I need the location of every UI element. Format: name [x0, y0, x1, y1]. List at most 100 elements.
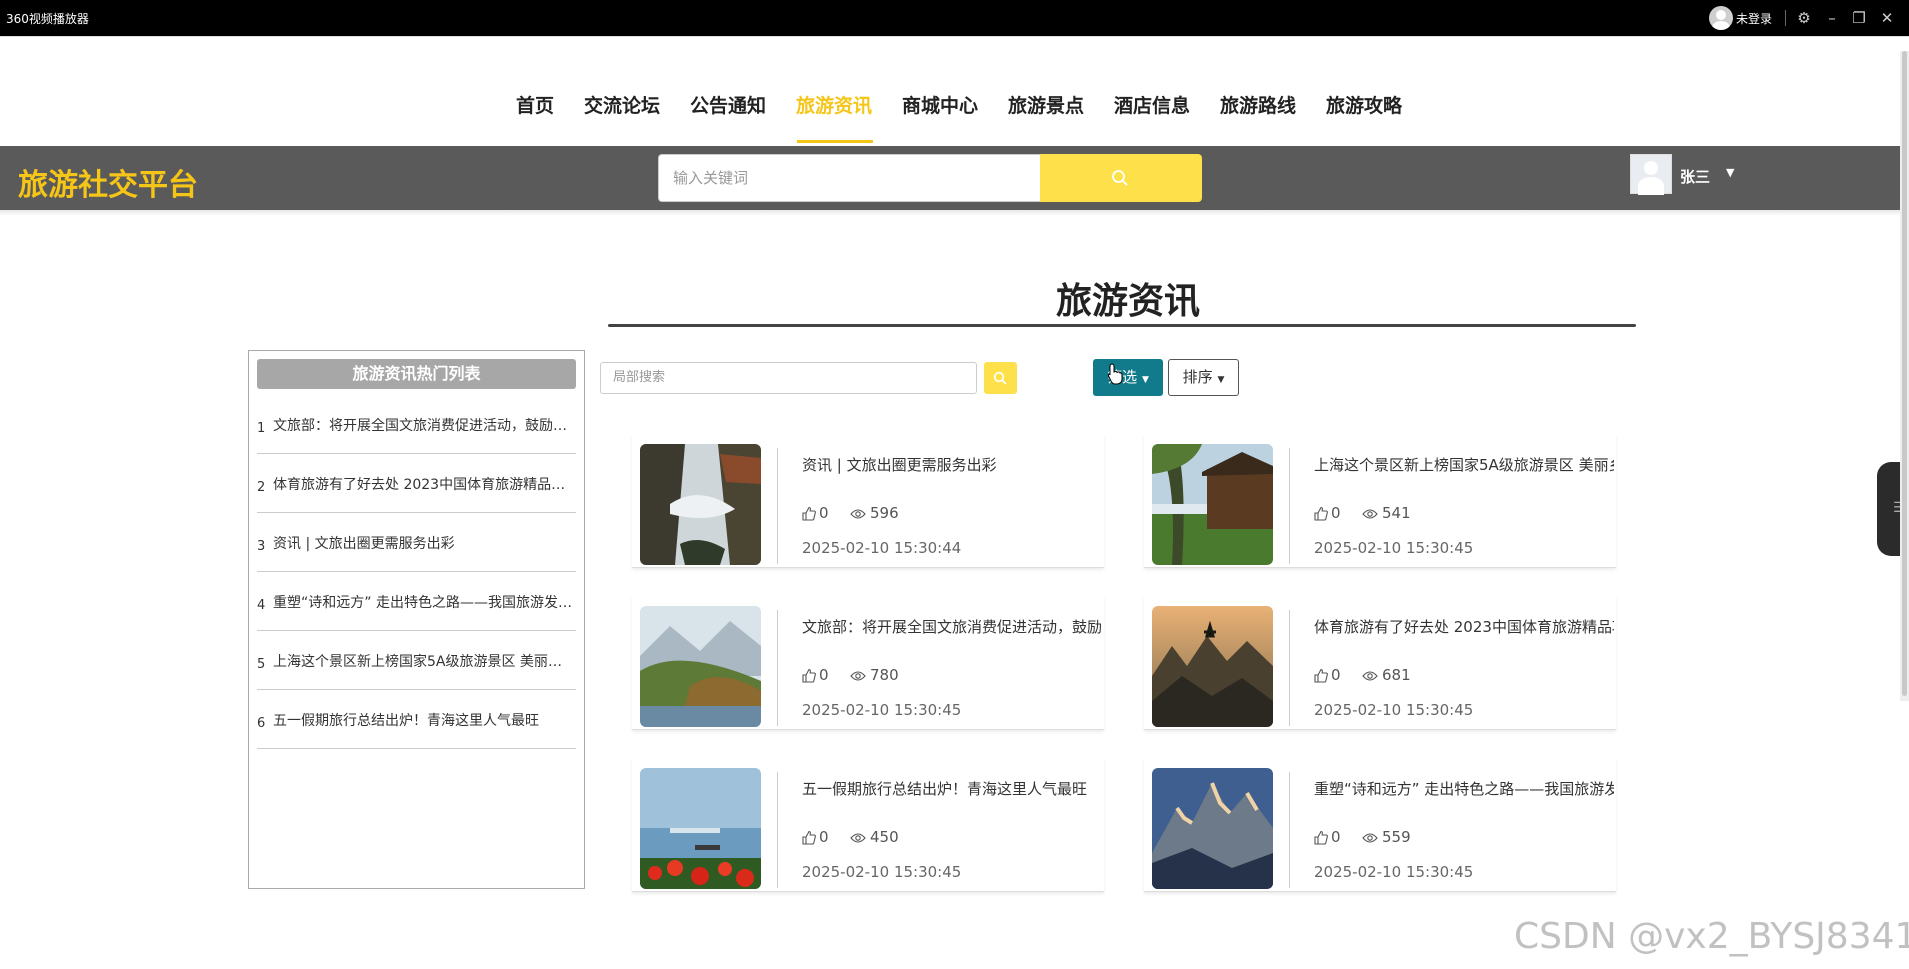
news-date: 2025-02-10 15:30:45 — [802, 701, 962, 719]
like-count[interactable]: 0 — [1314, 666, 1341, 684]
main-nav: 首页 交流论坛 公告通知 旅游资讯 商城中心 旅游景点 酒店信息 旅游路线 旅游… — [0, 51, 1900, 146]
card-divider — [1289, 772, 1290, 888]
view-count: 681 — [1362, 666, 1411, 684]
search-icon — [1112, 170, 1128, 186]
search-input[interactable]: 输入关键词 — [658, 154, 1040, 202]
view-count-value: 541 — [1382, 504, 1411, 522]
watermark: CSDN @vx2_BYSJ8341 — [1514, 916, 1909, 957]
news-thumbnail[interactable] — [640, 606, 761, 727]
news-date: 2025-02-10 15:30:45 — [1314, 863, 1474, 881]
search-icon — [993, 371, 1007, 385]
view-count: 559 — [1362, 828, 1411, 846]
thumbs-up-icon — [1314, 668, 1328, 683]
nav-item-mall[interactable]: 商城中心 — [902, 91, 978, 118]
restore-icon[interactable]: ❐ — [1847, 6, 1871, 30]
hot-list-rank: 2 — [257, 480, 266, 495]
titlebar-bottom — [0, 36, 1909, 51]
eye-icon — [850, 833, 866, 843]
hot-list-text[interactable]: 体育旅游有了好去处 2023中国体育旅游精品项目发布 — [273, 474, 573, 494]
hot-list-text[interactable]: 重塑“诗和远方” 走出特色之路——我国旅游发展观察 — [273, 592, 573, 612]
news-thumbnail[interactable] — [1152, 606, 1273, 727]
like-count[interactable]: 0 — [1314, 504, 1341, 522]
news-card[interactable]: 文旅部：将开展全国文旅消费促进活动，鼓励各地 0 780 2025-02-10 … — [632, 596, 1104, 730]
news-title[interactable]: 资讯 | 文旅出圈更需服务出彩 — [802, 454, 1102, 475]
sort-dropdown-button[interactable]: 排序 ▼ — [1168, 359, 1239, 396]
hot-list-text[interactable]: 文旅部：将开展全国文旅消费促进活动，鼓励各地推出惠民措施 — [273, 415, 573, 435]
news-date: 2025-02-10 15:30:45 — [1314, 539, 1474, 557]
news-thumbnail[interactable] — [1152, 768, 1273, 889]
account-avatar-icon[interactable] — [1709, 6, 1733, 30]
like-count[interactable]: 0 — [1314, 828, 1341, 846]
caret-down-icon: ▼ — [1217, 375, 1225, 385]
like-count-value: 0 — [819, 504, 829, 522]
news-thumbnail[interactable] — [1152, 444, 1273, 565]
news-title[interactable]: 上海这个景区新上榜国家5A级旅游景区 美丽乡村 — [1314, 454, 1614, 475]
news-card[interactable]: 资讯 | 文旅出圈更需服务出彩 0 596 2025-02-10 15:30:4… — [632, 434, 1104, 568]
close-icon[interactable]: ✕ — [1875, 6, 1899, 30]
hot-list-sidebar: 旅游资讯热门列表 1 文旅部：将开展全国文旅消费促进活动，鼓励各地推出惠民措施 … — [248, 350, 585, 889]
view-count: 780 — [850, 666, 899, 684]
card-divider — [777, 772, 778, 888]
user-avatar[interactable] — [1630, 154, 1672, 195]
news-card[interactable]: 重塑“诗和远方” 走出特色之路——我国旅游发展 0 559 2025-02-10… — [1144, 758, 1616, 892]
nav-active-indicator — [797, 140, 873, 143]
news-title[interactable]: 五一假期旅行总结出炉！青海这里人气最旺 — [802, 778, 1102, 799]
sort-label: 排序 — [1182, 368, 1213, 386]
news-card[interactable]: 体育旅游有了好去处 2023中国体育旅游精品项目 0 681 2025-02-1… — [1144, 596, 1616, 730]
settings-icon[interactable]: ⚙ — [1792, 6, 1816, 30]
nav-item-route[interactable]: 旅游路线 — [1220, 91, 1296, 118]
title-divider — [608, 324, 1636, 327]
nav-item-hotel[interactable]: 酒店信息 — [1114, 91, 1190, 118]
hot-list-item[interactable]: 6 五一假期旅行总结出炉！青海这里人气最旺 — [257, 690, 576, 749]
news-thumbnail[interactable] — [640, 768, 761, 889]
hot-list-item[interactable]: 3 资讯 | 文旅出圈更需服务出彩 — [257, 513, 576, 572]
card-divider — [1289, 610, 1290, 726]
eye-icon — [850, 671, 866, 681]
nav-item-forum[interactable]: 交流论坛 — [584, 91, 660, 118]
news-thumbnail[interactable] — [640, 444, 761, 565]
header-shadow — [0, 210, 1900, 216]
vertical-scrollbar[interactable] — [1900, 51, 1909, 701]
hot-list-text[interactable]: 上海这个景区新上榜国家5A级旅游景区 美丽乡村 — [273, 651, 573, 671]
user-name[interactable]: 张三 — [1680, 166, 1710, 187]
local-search-input[interactable]: 局部搜索 — [600, 362, 977, 394]
card-divider — [1289, 448, 1290, 564]
nav-item-scenic[interactable]: 旅游景点 — [1008, 91, 1084, 118]
like-count[interactable]: 0 — [802, 828, 829, 846]
thumbs-up-icon — [802, 668, 816, 683]
nav-item-notice[interactable]: 公告通知 — [690, 91, 766, 118]
hot-list-item[interactable]: 1 文旅部：将开展全国文旅消费促进活动，鼓励各地推出惠民措施 — [257, 395, 576, 454]
like-count-value: 0 — [1331, 828, 1341, 846]
news-card[interactable]: 五一假期旅行总结出炉！青海这里人气最旺 0 450 2025-02-10 15:… — [632, 758, 1104, 892]
view-count-value: 559 — [1382, 828, 1411, 846]
news-title[interactable]: 重塑“诗和远方” 走出特色之路——我国旅游发展 — [1314, 778, 1614, 799]
news-title[interactable]: 文旅部：将开展全国文旅消费促进活动，鼓励各地 — [802, 616, 1102, 637]
news-card[interactable]: 上海这个景区新上榜国家5A级旅游景区 美丽乡村 0 541 2025-02-10… — [1144, 434, 1616, 568]
hot-list-rank: 4 — [257, 598, 266, 613]
hot-list-item[interactable]: 5 上海这个景区新上榜国家5A级旅游景区 美丽乡村 — [257, 631, 576, 690]
local-search-button[interactable] — [984, 362, 1017, 394]
hot-list-item[interactable]: 4 重塑“诗和远方” 走出特色之路——我国旅游发展观察 — [257, 572, 576, 631]
hot-list-text[interactable]: 五一假期旅行总结出炉！青海这里人气最旺 — [273, 710, 573, 730]
minimize-icon[interactable]: – — [1820, 6, 1844, 30]
nav-item-guide[interactable]: 旅游攻略 — [1326, 91, 1402, 118]
nav-item-travel-news[interactable]: 旅游资讯 — [796, 91, 872, 118]
like-count[interactable]: 0 — [802, 666, 829, 684]
thumbs-up-icon — [802, 506, 816, 521]
nav-item-home[interactable]: 首页 — [516, 91, 554, 118]
news-title[interactable]: 体育旅游有了好去处 2023中国体育旅游精品项目 — [1314, 616, 1614, 637]
eye-icon — [1362, 671, 1378, 681]
hot-list-text[interactable]: 资讯 | 文旅出圈更需服务出彩 — [273, 533, 573, 553]
view-count-value: 596 — [870, 504, 899, 522]
search-button[interactable] — [1040, 154, 1202, 202]
filter-dropdown-button[interactable]: 筛选 ▼ — [1093, 359, 1163, 396]
news-date: 2025-02-10 15:30:45 — [802, 863, 962, 881]
login-status[interactable]: 未登录 — [1736, 10, 1772, 27]
chevron-down-icon[interactable]: ▼ — [1726, 166, 1734, 179]
brand-logo[interactable]: 旅游社交平台 — [18, 160, 198, 204]
view-count-value: 780 — [870, 666, 899, 684]
like-count[interactable]: 0 — [802, 504, 829, 522]
card-divider — [777, 448, 778, 564]
hot-list-rank: 1 — [257, 421, 266, 436]
hot-list-item[interactable]: 2 体育旅游有了好去处 2023中国体育旅游精品项目发布 — [257, 454, 576, 513]
